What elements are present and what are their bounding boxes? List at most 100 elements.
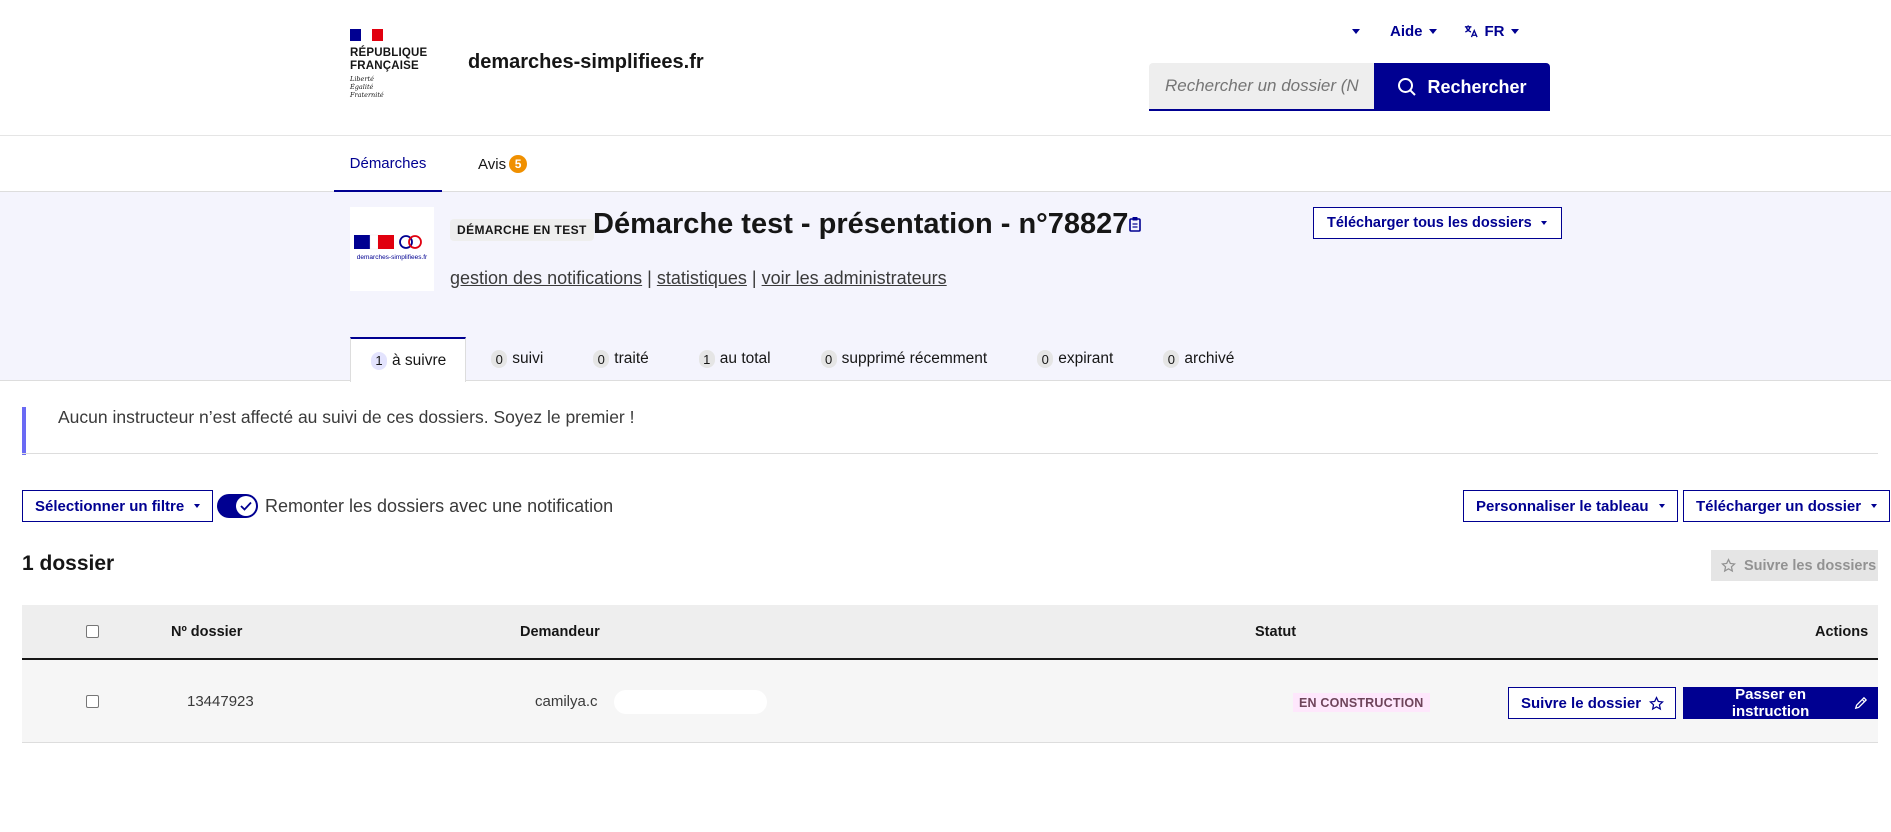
republique-francaise-logo[interactable]: RÉPUBLIQUE FRANÇAISE Liberté Égalité Fra… (350, 29, 427, 99)
notification-toggle[interactable] (217, 494, 258, 518)
flag-icon (350, 29, 383, 41)
chevron-down-icon (1658, 504, 1665, 508)
chevron-down-icon (1540, 221, 1547, 225)
pencil-icon (1854, 696, 1868, 710)
tab-a-suivre[interactable]: 1 à suivre (350, 337, 467, 382)
link-voir-administrateurs[interactable]: voir les administrateurs (762, 268, 947, 288)
tab-count: 1 (698, 350, 715, 368)
row-checkbox-cell (86, 660, 99, 743)
nav-avis-label: Avis (478, 155, 507, 173)
tab-count: 0 (1163, 350, 1180, 368)
col-actions: Actions (1815, 623, 1869, 640)
tab-supprime-recemment[interactable]: 0 supprimé récemment (796, 337, 1013, 381)
devise-fraternite: Fraternité (350, 91, 384, 99)
chevron-down-icon (1510, 28, 1519, 34)
customize-button-label: Personnaliser le tableau (1476, 497, 1649, 515)
table-row[interactable]: 13447923 camilya.c EN CONSTRUCTION Suivr… (22, 660, 1878, 743)
search-button-label: Rechercher (1427, 76, 1527, 97)
download-all-button[interactable]: Télécharger tous les dossiers (1313, 207, 1562, 239)
language-menu[interactable]: FR (1463, 23, 1519, 40)
site-name[interactable]: demarches-simplifiees.fr (468, 51, 704, 74)
devise: Liberté Égalité Fraternité (350, 75, 427, 99)
dossier-count-title: 1 dossier (22, 552, 115, 575)
tab-count: 0 (491, 350, 508, 368)
follow-dossier-button[interactable]: Suivre le dossier (1508, 687, 1677, 719)
chevron-down-icon (1428, 29, 1437, 35)
link-gestion-notifications[interactable]: gestion des notifications (450, 268, 642, 288)
procedure-logo: demarches-simplifiees.fr (350, 207, 434, 291)
select-all-checkbox[interactable] (86, 625, 99, 638)
copy-icon[interactable] (1128, 216, 1142, 237)
status-badge: EN CONSTRUCTION (1293, 693, 1430, 712)
tab-label: archivé (1184, 350, 1235, 367)
top-links: Aide FR (1352, 20, 1519, 42)
tab-label: suivi (512, 350, 544, 367)
procedure-links: gestion des notifications | statistiques… (450, 268, 947, 289)
tab-expirant[interactable]: 0 expirant (1012, 337, 1138, 381)
follow-all-button[interactable]: Suivre les dossiers (1711, 550, 1878, 581)
logo-caption: demarches-simplifiees.fr (356, 254, 428, 261)
tab-label: supprimé récemment (841, 350, 988, 367)
nav-avis[interactable]: Avis 5 (478, 136, 528, 192)
passer-en-instruction-button[interactable]: Passer en instruction (1683, 686, 1878, 720)
link-separator: | (647, 268, 652, 288)
nav-demarches[interactable]: Démarches (334, 136, 442, 192)
avis-count-badge: 5 (509, 155, 528, 173)
col-numero[interactable]: Nº dossier (171, 605, 242, 658)
follow-dossier-label: Suivre le dossier (1521, 694, 1642, 712)
lang-label: FR (1484, 22, 1505, 40)
download-dossier-button[interactable]: Télécharger un dossier (1683, 490, 1891, 522)
col-demandeur[interactable]: Demandeur (520, 605, 600, 658)
aide-label: Aide (1390, 22, 1423, 40)
aide-menu[interactable]: Aide (1390, 23, 1437, 40)
col-statut[interactable]: Statut (1255, 605, 1296, 658)
callout-text: Aucun instructeur n’est affecté au suivi… (58, 407, 635, 427)
tab-suivi[interactable]: 0 suivi (466, 337, 568, 381)
toggle-label: Remonter les dossiers avec une notificat… (265, 495, 614, 516)
instruction-label: Passer en instruction (1731, 686, 1810, 720)
filter-select-button[interactable]: Sélectionner un filtre (22, 490, 214, 522)
demarche-test-tag: DÉMARCHE EN TEST (450, 219, 594, 241)
nav-demarches-label: Démarches (349, 154, 427, 172)
star-icon (1649, 695, 1665, 710)
tab-count: 0 (593, 350, 610, 368)
devise-liberte: Liberté (350, 75, 374, 83)
info-callout: Aucun instructeur n’est affecté au suivi… (22, 407, 1878, 455)
check-icon (240, 501, 252, 511)
redaction-mask (614, 690, 767, 714)
divider (22, 453, 1878, 454)
tab-count: 0 (820, 350, 837, 368)
rf-line-2: FRANÇAISE (350, 60, 419, 72)
search-button[interactable]: Rechercher (1374, 63, 1550, 111)
tab-label: traité (614, 350, 649, 367)
download-dossier-label: Télécharger un dossier (1696, 497, 1862, 515)
customize-table-button[interactable]: Personnaliser le tableau (1463, 490, 1678, 522)
user-menu-caret[interactable] (1352, 23, 1360, 40)
table-header: Nº dossier Demandeur Statut Actions (22, 605, 1878, 660)
main-nav: Démarches Avis 5 (0, 136, 1891, 192)
search-input[interactable] (1149, 63, 1375, 109)
demandeur-email[interactable]: camilya.c (535, 660, 598, 743)
chevron-down-icon (194, 504, 201, 508)
chevron-down-icon (1871, 504, 1878, 508)
dossier-number[interactable]: 13447923 (187, 660, 254, 743)
select-all-checkbox-cell (86, 605, 99, 658)
ds-logo-icon (354, 234, 422, 250)
tab-archive[interactable]: 0 archivé (1138, 337, 1259, 381)
tab-au-total[interactable]: 1 au total (674, 337, 796, 381)
download-all-label: Télécharger tous les dossiers (1327, 215, 1532, 231)
search-field[interactable] (1149, 63, 1375, 111)
tab-label: au total (719, 350, 771, 367)
rf-line-1: RÉPUBLIQUE (350, 47, 428, 59)
row-checkbox[interactable] (86, 695, 99, 708)
toggle-knob (236, 496, 256, 516)
tab-traite[interactable]: 0 traité (568, 337, 673, 381)
tab-label: expirant (1058, 350, 1114, 367)
filter-button-label: Sélectionner un filtre (35, 497, 185, 515)
star-icon (1721, 558, 1736, 573)
link-separator: | (751, 268, 757, 288)
link-statistiques[interactable]: statistiques (657, 268, 747, 288)
dossier-tabs: 1à suivre 0 suivi 0 traité 1 au total 0 supp… (350, 337, 1259, 382)
search-icon (1398, 78, 1417, 96)
site-header: RÉPUBLIQUE FRANÇAISE Liberté Égalité Fra… (0, 0, 1891, 136)
